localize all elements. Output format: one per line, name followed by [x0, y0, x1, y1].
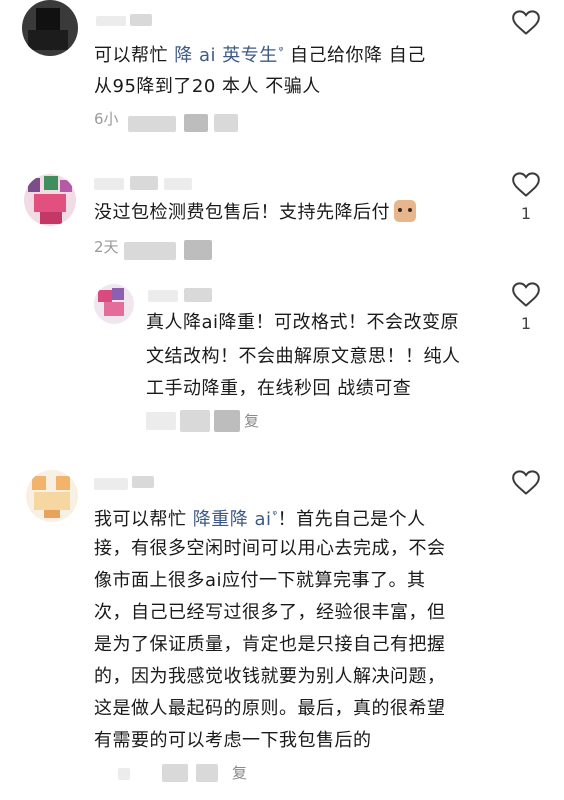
comment-text: 可以帮忙 降 ai 英专生ᵠ 自己给你降 自己: [94, 36, 426, 71]
username-blurred[interactable]: [148, 290, 178, 302]
avatar-pixel: [60, 180, 72, 192]
comment-text-line: 没过包检测费包售后！支持先降后付: [94, 198, 416, 228]
meta-blurred: [162, 764, 188, 782]
comment-text-line: 工手动降重，在线秒回 战绩可查: [146, 378, 412, 399]
avatar-pixel: [28, 178, 40, 192]
avatar-pixel: [36, 8, 60, 30]
reply-button[interactable]: 复: [232, 762, 247, 783]
meta-blurred: [180, 410, 210, 432]
meta-blurred: [118, 768, 130, 780]
avatar-pixel: [32, 476, 46, 490]
comment-text-line: 文结改构！不会曲解原文意思！！纯人: [146, 346, 461, 367]
comment-text-line: 真人降ai降重！可改格式！不会改变原: [146, 312, 460, 333]
timestamp: 6小: [94, 110, 119, 128]
reply-button[interactable]: 复: [244, 410, 259, 431]
like-count: 1: [520, 314, 532, 333]
avatar[interactable]: [26, 470, 78, 522]
comment-text-line: 像市面上很多ai应付一下就算完事了。其: [94, 570, 426, 591]
like-count: 1: [520, 204, 532, 223]
username-blurred[interactable]: [184, 288, 212, 302]
avatar-pixel: [56, 476, 70, 490]
avatar-pixel: [98, 290, 112, 302]
heart-outline-icon[interactable]: [512, 282, 540, 308]
avatar-pixel: [28, 30, 68, 50]
meta-blurred: [214, 114, 238, 132]
username-blurred[interactable]: [130, 14, 152, 26]
avatar-pixel: [34, 492, 70, 510]
mention-link[interactable]: 降重降 ai: [193, 509, 272, 530]
comment-text-line: 的，因为我感觉收钱就要为别人解决问题，: [94, 666, 446, 687]
avatar[interactable]: [94, 284, 134, 324]
cat-emoji-icon: [394, 200, 416, 222]
comment-text-part: 我可以帮忙: [94, 509, 193, 530]
username-blurred[interactable]: [132, 476, 154, 488]
meta-blurred: [184, 240, 212, 260]
meta-blurred: [124, 242, 176, 260]
avatar-pixel: [112, 288, 124, 300]
avatar[interactable]: [22, 0, 78, 56]
heart-outline-icon[interactable]: [512, 172, 540, 198]
avatar-pixel: [40, 212, 62, 224]
username-blurred[interactable]: [164, 178, 192, 190]
meta-blurred: [214, 410, 240, 432]
username-blurred[interactable]: [94, 478, 128, 490]
comment-text-line: 从95降到了20 本人 不骗人: [94, 76, 321, 97]
comment-text-part: 自己给你降 自己: [283, 45, 426, 66]
heart-outline-icon[interactable]: [512, 10, 540, 36]
comment-text-line: 有需要的可以考虑一下我包售后的: [94, 730, 372, 751]
comment-text-line: 这是做人最起码的原则。最后，真的很希望: [94, 698, 446, 719]
comment-text-line: 接，有很多空闲时间可以用心去完成，不会: [94, 538, 446, 559]
avatar[interactable]: [24, 174, 76, 226]
meta-blurred: [128, 116, 176, 132]
heart-outline-icon[interactable]: [512, 470, 540, 496]
comment-text-part: 没过包检测费包售后！支持先降后付: [94, 202, 390, 223]
avatar-pixel: [34, 194, 66, 212]
username-blurred[interactable]: [94, 178, 124, 190]
avatar-pixel: [44, 510, 60, 518]
comment-text-line: 次，自己已经写过很多了，经验很丰富，但: [94, 602, 446, 623]
comment-text: 我可以帮忙 降重降 aiᵠ！首先自己是个人: [94, 500, 426, 535]
username-blurred[interactable]: [130, 176, 158, 190]
comment-text-part: 可以帮忙: [94, 45, 168, 66]
meta-blurred: [184, 114, 208, 132]
username-blurred[interactable]: [96, 16, 126, 26]
mention-link[interactable]: 降 ai 英专生: [174, 45, 277, 66]
avatar-pixel: [44, 176, 58, 190]
timestamp: 2天: [94, 238, 119, 256]
avatar-pixel: [104, 302, 124, 316]
comment-text-line: 是为了保证质量，肯定也是只接自己有把握: [94, 634, 446, 655]
meta-blurred: [146, 412, 176, 430]
comment-text-part: ！首先自己是个人: [277, 509, 426, 530]
meta-blurred: [196, 764, 218, 782]
